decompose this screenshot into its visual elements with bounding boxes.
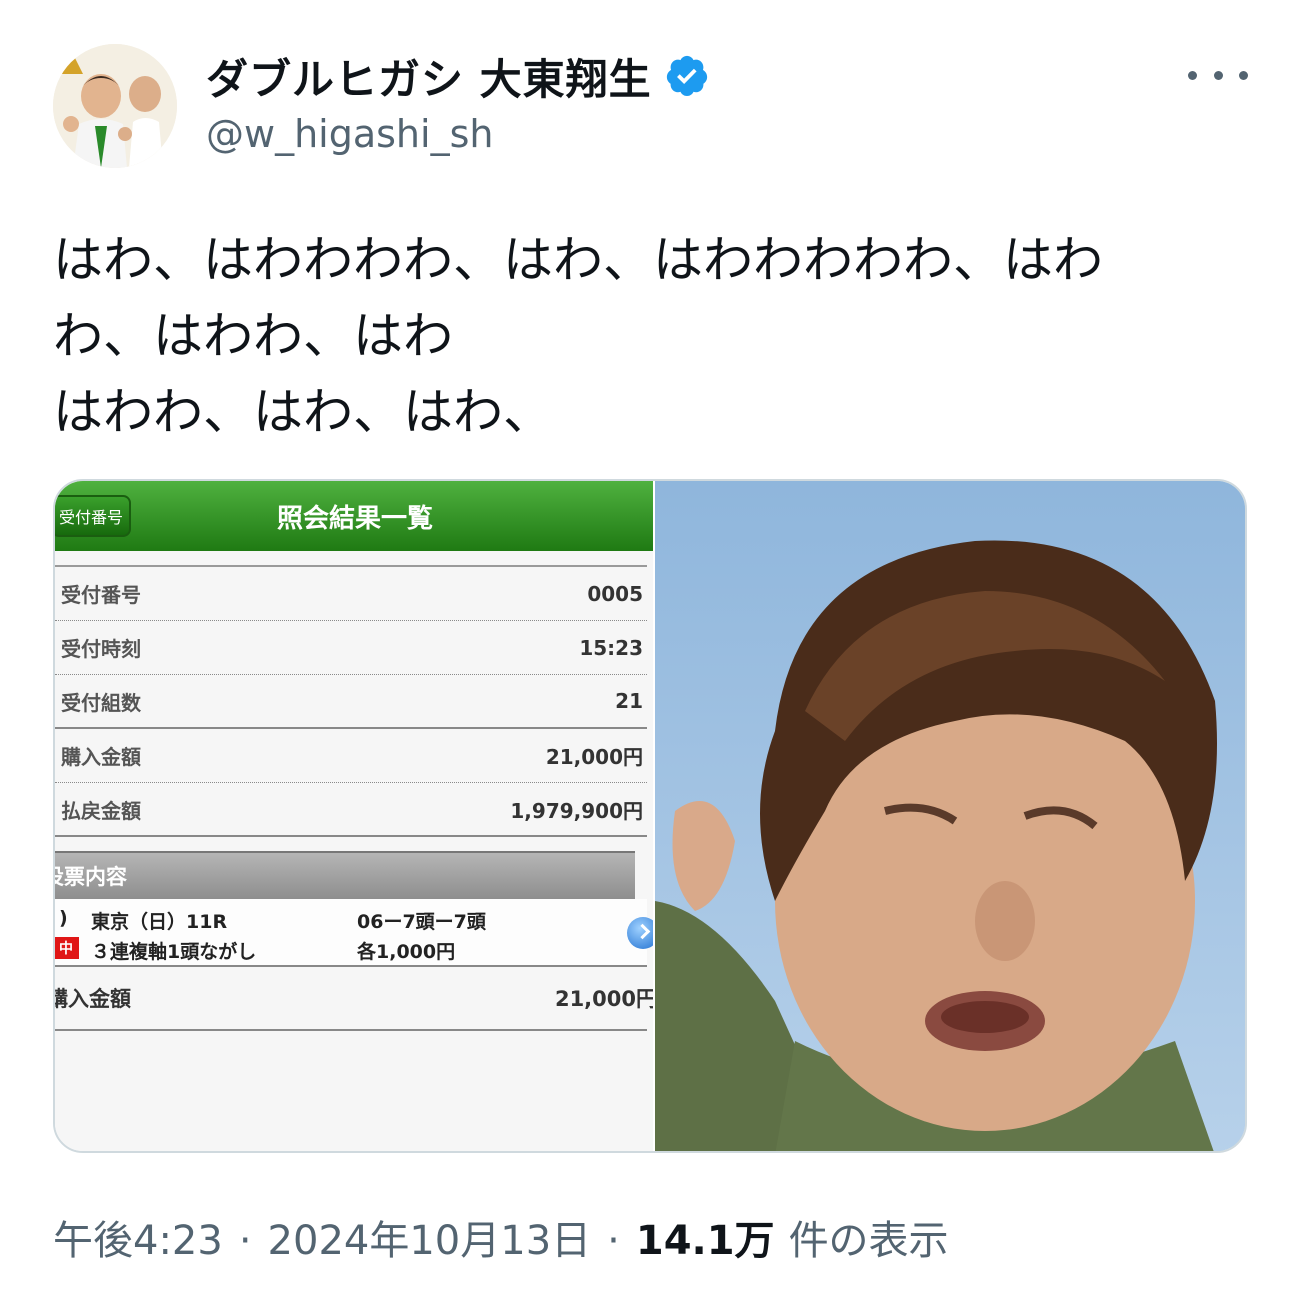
separator: · — [238, 1218, 252, 1264]
row-value: 15:23 — [579, 635, 643, 660]
table-row: 受付番号 0005 — [55, 567, 647, 621]
screenshot-title: 照会結果一覧 — [276, 503, 433, 534]
face-illustration — [655, 481, 1245, 1151]
table-row: 払戻金額 1,979,900円 — [55, 783, 647, 837]
row-value: 21,000円 — [545, 745, 643, 769]
display-name[interactable]: ダブルヒガシ 大東翔生 — [206, 46, 652, 107]
section-header: 投票内容 — [55, 851, 635, 899]
tweet-line: はわ、はわわわわ、はわ、はわわわわわ、はわ — [53, 231, 1103, 289]
total-label: 購入金額 — [55, 987, 131, 1011]
tweet-line: わ、はわわ、はわ — [53, 307, 453, 365]
view-label: 件の表示 — [788, 1218, 949, 1264]
row-value: 21 — [615, 689, 643, 713]
avatar-photo — [53, 44, 177, 168]
table-row: 購入金額 21,000円 — [55, 729, 647, 783]
bet-detail: ) 東京（日）11R 06ー7頭ー7頭 中 ３連複軸1頭ながし 各1,000円 — [55, 899, 653, 967]
tweet-time[interactable]: 午後4:23 — [53, 1208, 223, 1266]
row-label: 受付番号 — [61, 583, 141, 607]
more-options-icon[interactable] — [1188, 58, 1248, 92]
total-row: 購入金額 21,000円 — [55, 967, 653, 1031]
avatar[interactable] — [53, 44, 177, 168]
handle[interactable]: @w_higashi_sh — [206, 112, 710, 156]
table-row: 受付時刻 15:23 — [55, 621, 647, 675]
verified-badge-icon[interactable] — [664, 53, 710, 99]
screenshot-header: 照会結果一覧 受付番号 — [55, 481, 653, 551]
table-row: 受付組数 21 — [55, 675, 647, 729]
row-label: 受付組数 — [61, 690, 141, 715]
chevron-right-icon — [627, 917, 653, 949]
receipt-number-button: 受付番号 — [55, 495, 131, 537]
media-grid[interactable]: 照会結果一覧 受付番号 受付番号 0005 受付時刻 15:23 受付組数 21… — [53, 479, 1247, 1153]
result-table: 受付番号 0005 受付時刻 15:23 受付組数 21 購入金額 21,000… — [55, 565, 647, 837]
row-value: 0005 — [587, 581, 643, 606]
separator: · — [607, 1218, 620, 1264]
bet-prefix: ) — [59, 907, 68, 929]
tweet-date[interactable]: 2024年10月13日 — [268, 1208, 592, 1266]
tweet-line: はわわ、はわ、はわ、 — [53, 383, 553, 441]
meme-photo[interactable] — [655, 481, 1245, 1151]
bet-combo: 06ー7頭ー7頭 — [357, 911, 486, 933]
dot — [1213, 70, 1223, 80]
betting-screenshot[interactable]: 照会結果一覧 受付番号 受付番号 0005 受付時刻 15:23 受付組数 21… — [55, 481, 653, 1151]
bet-type: ３連複軸1頭ながし — [91, 941, 257, 963]
dot — [1239, 70, 1248, 80]
bet-unit: 各1,000円 — [357, 941, 456, 963]
hit-badge: 中 — [55, 937, 79, 959]
dot — [1188, 70, 1197, 80]
tweet-text: はわ、はわわわわ、はわ、はわわわわわ、はわ わ、はわわ、はわ はわわ、はわ、はわ… — [53, 222, 1223, 450]
author-block: ダブルヒガシ 大東翔生 @w_higashi_sh — [206, 46, 710, 156]
row-label: 受付時刻 — [61, 637, 141, 661]
tweet-meta: 午後4:23 · 2024年10月13日 · 14.1万 件の表示 — [53, 1208, 949, 1266]
bet-race: 東京（日）11R — [91, 911, 228, 933]
view-count[interactable]: 14.1万 — [636, 1208, 775, 1266]
total-value: 21,000円 — [554, 987, 653, 1011]
row-label: 払戻金額 — [61, 798, 141, 823]
row-label: 購入金額 — [61, 745, 141, 769]
row-value: 1,979,900円 — [510, 798, 643, 823]
